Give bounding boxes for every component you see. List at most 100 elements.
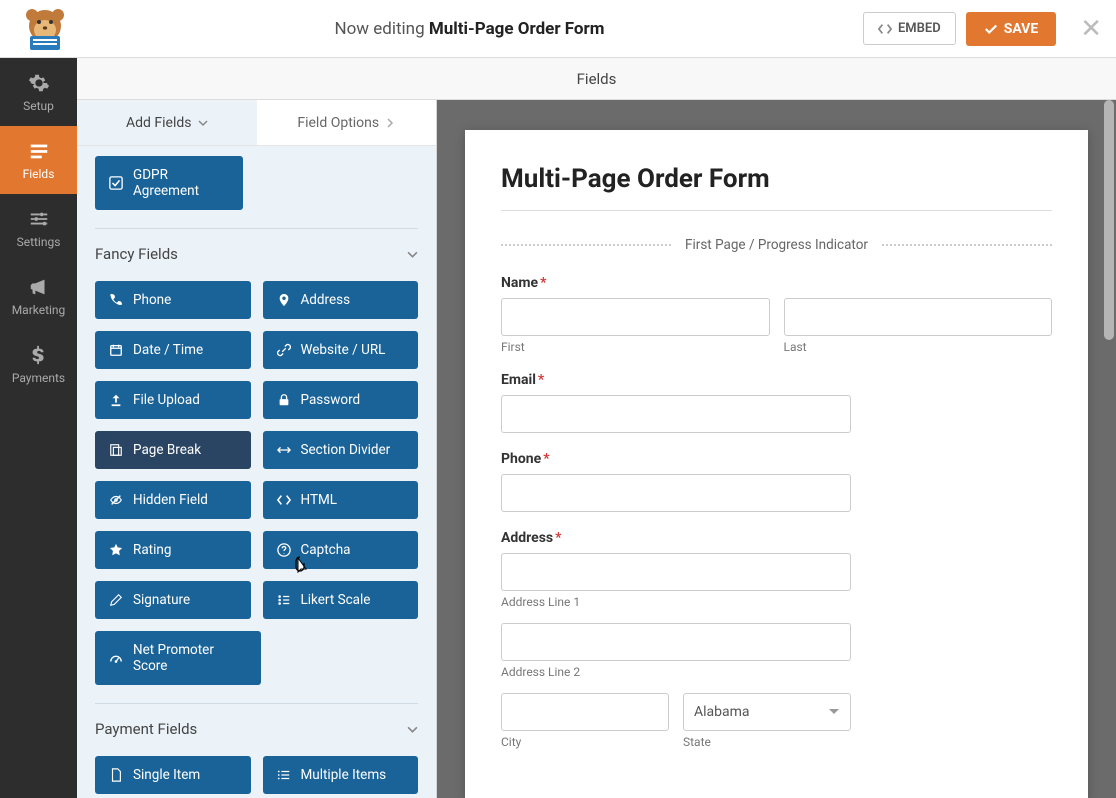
scrollbar-thumb[interactable] (1104, 100, 1114, 340)
divider-icon (277, 443, 291, 457)
save-button[interactable]: SAVE (966, 12, 1057, 46)
chevron-down-icon (407, 724, 418, 735)
field-page-break[interactable]: Page Break (95, 431, 251, 469)
form-canvas[interactable]: Multi-Page Order Form First Page / Progr… (465, 130, 1088, 798)
sliders-icon (28, 208, 50, 230)
first-name-input[interactable] (501, 298, 770, 336)
list-icon (277, 768, 291, 782)
chevron-down-icon (407, 249, 418, 260)
field-html[interactable]: HTML (263, 481, 419, 519)
section-payment-fields[interactable]: Payment Fields (95, 703, 418, 752)
nav-fields[interactable]: Fields (0, 126, 77, 194)
star-icon (109, 543, 123, 557)
address-label: Address* (501, 530, 1052, 546)
first-sublabel: First (501, 340, 770, 354)
page-divider: First Page / Progress Indicator (501, 237, 1052, 253)
field-likert[interactable]: Likert Scale (263, 581, 419, 619)
field-name-group[interactable]: Name* First Last (501, 275, 1052, 354)
file-icon (109, 768, 123, 782)
nav-payments[interactable]: Payments (0, 330, 77, 398)
main: Setup Fields Settings Marketing Payments… (0, 58, 1116, 798)
check-icon (984, 22, 998, 36)
top-bar: Now editing Multi-Page Order Form EMBED … (0, 0, 1116, 58)
field-phone-group[interactable]: Phone* (501, 451, 851, 512)
field-nps[interactable]: Net Promoter Score (95, 631, 261, 685)
close-button[interactable]: ✕ (1080, 14, 1102, 44)
upload-icon (109, 393, 123, 407)
field-date-time[interactable]: Date / Time (95, 331, 251, 369)
field-gdpr-agreement[interactable]: GDPR Agreement (95, 156, 243, 210)
line2-sublabel: Address Line 2 (501, 665, 851, 679)
address-line2-input[interactable] (501, 623, 851, 661)
field-password[interactable]: Password (263, 381, 419, 419)
embed-label: EMBED (898, 21, 941, 36)
field-captcha[interactable]: Captcha (263, 531, 419, 569)
field-signature[interactable]: Signature (95, 581, 251, 619)
title-divider (501, 210, 1052, 211)
tab-add-fields[interactable]: Add Fields (77, 100, 257, 145)
chevron-right-icon (385, 118, 395, 128)
form-name: Multi-Page Order Form (429, 19, 605, 39)
logo (14, 6, 76, 52)
pagebreak-icon (109, 443, 123, 457)
canvas-scrollbar[interactable] (1102, 100, 1116, 798)
lock-icon (277, 393, 291, 407)
field-address[interactable]: Address (263, 281, 419, 319)
phone-icon (109, 293, 123, 307)
code-icon (878, 22, 892, 36)
field-section-divider[interactable]: Section Divider (263, 431, 419, 469)
workspace: Fields Add Fields Field Options (77, 58, 1116, 798)
form-icon (28, 140, 50, 162)
left-panel: Add Fields Field Options GDPR Agreement (77, 100, 437, 798)
line1-sublabel: Address Line 1 (501, 595, 851, 609)
nav-marketing[interactable]: Marketing (0, 262, 77, 330)
phone-input[interactable] (501, 474, 851, 512)
city-sublabel: City (501, 735, 669, 749)
gear-icon (28, 72, 50, 94)
name-label: Name* (501, 275, 1052, 291)
check-square-icon (109, 176, 123, 190)
field-hidden[interactable]: Hidden Field (95, 481, 251, 519)
last-name-input[interactable] (784, 298, 1053, 336)
field-multiple-items[interactable]: Multiple Items (263, 756, 419, 794)
embed-button[interactable]: EMBED (863, 12, 956, 45)
canvas-wrap: Multi-Page Order Form First Page / Progr… (437, 100, 1116, 798)
field-website-url[interactable]: Website / URL (263, 331, 419, 369)
field-single-item[interactable]: Single Item (95, 756, 251, 794)
dollar-icon (28, 344, 50, 366)
nav-settings[interactable]: Settings (0, 194, 77, 262)
pencil-icon (109, 593, 123, 607)
code-icon (277, 493, 291, 507)
question-icon (277, 543, 291, 557)
field-email-group[interactable]: Email* (501, 372, 851, 433)
top-actions: EMBED SAVE ✕ (863, 12, 1102, 46)
pin-icon (277, 293, 291, 307)
editing-prefix: Now editing (334, 19, 428, 39)
editing-title: Now editing Multi-Page Order Form (76, 19, 863, 39)
email-input[interactable] (501, 395, 851, 433)
city-input[interactable] (501, 693, 669, 731)
fields-scroll[interactable]: GDPR Agreement Fancy Fields Phone Addres… (77, 146, 436, 798)
field-file-upload[interactable]: File Upload (95, 381, 251, 419)
state-sublabel: State (683, 735, 851, 749)
grid-icon (277, 593, 291, 607)
field-phone[interactable]: Phone (95, 281, 251, 319)
state-select[interactable]: Alabama (683, 693, 851, 731)
link-icon (277, 343, 291, 357)
bullhorn-icon (28, 276, 50, 298)
section-fancy-fields[interactable]: Fancy Fields (95, 228, 418, 277)
phone-label: Phone* (501, 451, 851, 467)
nav-setup[interactable]: Setup (0, 58, 77, 126)
address-line1-input[interactable] (501, 553, 851, 591)
save-label: SAVE (1004, 21, 1039, 37)
eye-slash-icon (109, 493, 123, 507)
field-rating[interactable]: Rating (95, 531, 251, 569)
calendar-icon (109, 343, 123, 357)
gauge-icon (109, 651, 123, 665)
panel-title: Fields (77, 58, 1116, 100)
last-sublabel: Last (784, 340, 1053, 354)
tab-field-options[interactable]: Field Options (257, 100, 437, 145)
form-title: Multi-Page Order Form (501, 164, 1052, 194)
field-address-group[interactable]: Address* Address Line 1 Address Line 2 C… (501, 530, 1052, 749)
email-label: Email* (501, 372, 851, 388)
